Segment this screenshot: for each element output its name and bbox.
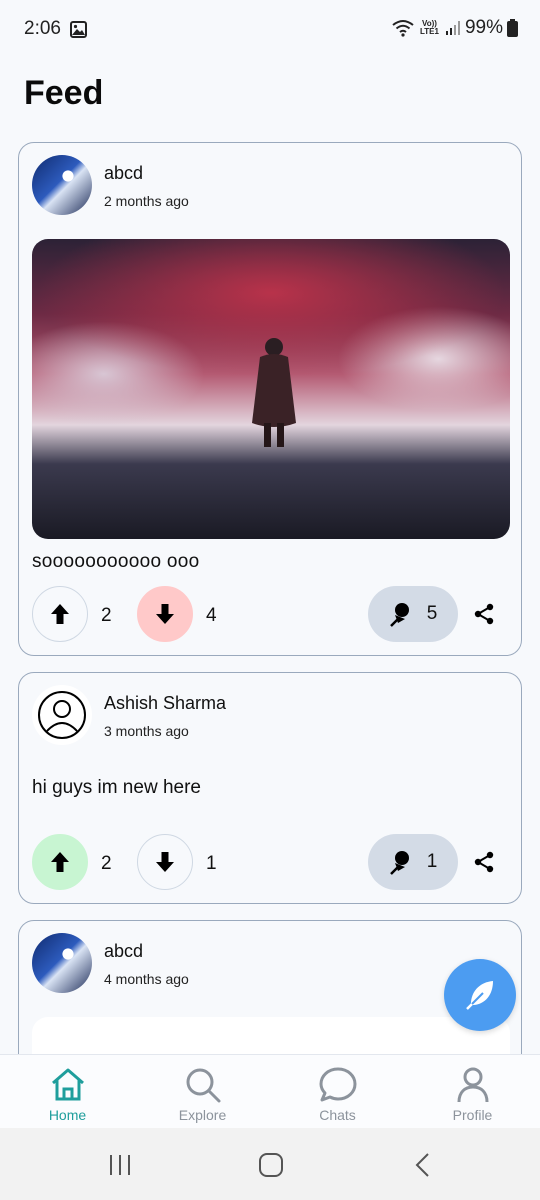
post-text: sooooooooooo ooo bbox=[32, 551, 200, 572]
chat-icon bbox=[319, 1067, 356, 1102]
home-icon bbox=[51, 1068, 84, 1101]
back-icon bbox=[415, 1153, 429, 1177]
arrow-up-icon bbox=[51, 852, 69, 872]
avatar[interactable] bbox=[32, 933, 92, 993]
comment-count: 5 bbox=[426, 603, 438, 624]
downvote-button[interactable] bbox=[137, 586, 193, 642]
share-icon bbox=[474, 603, 494, 625]
avatar[interactable] bbox=[32, 685, 92, 745]
comment-count: 1 bbox=[426, 851, 438, 872]
search-icon bbox=[186, 1068, 220, 1103]
status-indicators: Vo)) LTE1 99% bbox=[392, 17, 518, 39]
share-button[interactable] bbox=[469, 847, 499, 877]
post-card[interactable]: abcd 2 months ago sooooooooooo ooo 2 4 5 bbox=[18, 142, 522, 656]
nav-label: Profile bbox=[452, 1107, 493, 1123]
share-button[interactable] bbox=[469, 599, 499, 629]
upvote-button[interactable] bbox=[32, 834, 88, 890]
author-name[interactable]: abcd bbox=[104, 163, 143, 184]
upvote-button[interactable] bbox=[32, 586, 88, 642]
arrow-down-icon bbox=[156, 604, 174, 624]
author-name[interactable]: abcd bbox=[104, 941, 143, 962]
nav-label: Explore bbox=[178, 1107, 227, 1123]
pushpin-icon bbox=[389, 851, 409, 875]
post-text: hi guys im new here bbox=[32, 777, 201, 798]
status-time: 2:06 bbox=[24, 18, 61, 39]
nav-label: Chats bbox=[319, 1107, 356, 1123]
nav-item-profile[interactable]: Profile bbox=[405, 1055, 540, 1129]
recent-apps-button[interactable] bbox=[105, 1150, 135, 1180]
back-button[interactable] bbox=[408, 1150, 438, 1180]
home-button-icon bbox=[259, 1153, 283, 1177]
downvote-count: 4 bbox=[206, 605, 217, 626]
profile-icon bbox=[457, 1067, 488, 1103]
post-time: 4 months ago bbox=[104, 971, 189, 987]
nav-item-explore[interactable]: Explore bbox=[135, 1055, 270, 1129]
nav-label: Home bbox=[48, 1107, 87, 1123]
comment-button[interactable]: 1 bbox=[368, 834, 458, 890]
post-time: 3 months ago bbox=[104, 723, 189, 739]
nav-item-chats[interactable]: Chats bbox=[270, 1055, 405, 1129]
avatar[interactable] bbox=[32, 155, 92, 215]
gallery-icon bbox=[70, 21, 87, 38]
new-post-button[interactable] bbox=[444, 959, 516, 1031]
status-bar: 2:06 Vo)) LTE1 99% bbox=[0, 0, 540, 60]
signal-icon bbox=[445, 21, 460, 35]
figure-silhouette bbox=[252, 338, 296, 447]
network-type-badge: Vo)) LTE1 bbox=[420, 19, 439, 36]
default-avatar-icon bbox=[38, 691, 86, 739]
arrow-down-icon bbox=[156, 852, 174, 872]
share-icon bbox=[474, 851, 494, 873]
bottom-nav: Home Explore Chats Profile bbox=[0, 1054, 540, 1128]
battery-icon bbox=[507, 19, 518, 37]
upvote-count: 2 bbox=[101, 605, 112, 626]
arrow-up-icon bbox=[51, 604, 69, 624]
page-title: Feed bbox=[24, 74, 104, 112]
post-time: 2 months ago bbox=[104, 193, 189, 209]
system-nav-bar bbox=[0, 1128, 540, 1200]
recent-apps-icon bbox=[110, 1155, 130, 1175]
feather-icon bbox=[466, 981, 493, 1010]
comment-button[interactable]: 5 bbox=[368, 586, 458, 642]
author-name[interactable]: Ashish Sharma bbox=[104, 693, 226, 714]
nav-item-home[interactable]: Home bbox=[0, 1055, 135, 1129]
downvote-button[interactable] bbox=[137, 834, 193, 890]
upvote-count: 2 bbox=[101, 853, 112, 874]
battery-percent: 99% bbox=[464, 17, 503, 38]
downvote-count: 1 bbox=[206, 853, 217, 874]
wifi-icon bbox=[392, 20, 414, 37]
post-card[interactable]: Ashish Sharma 3 months ago hi guys im ne… bbox=[18, 672, 522, 904]
home-nav-button[interactable] bbox=[256, 1150, 286, 1180]
pushpin-icon bbox=[389, 603, 409, 627]
post-image[interactable] bbox=[32, 239, 510, 539]
